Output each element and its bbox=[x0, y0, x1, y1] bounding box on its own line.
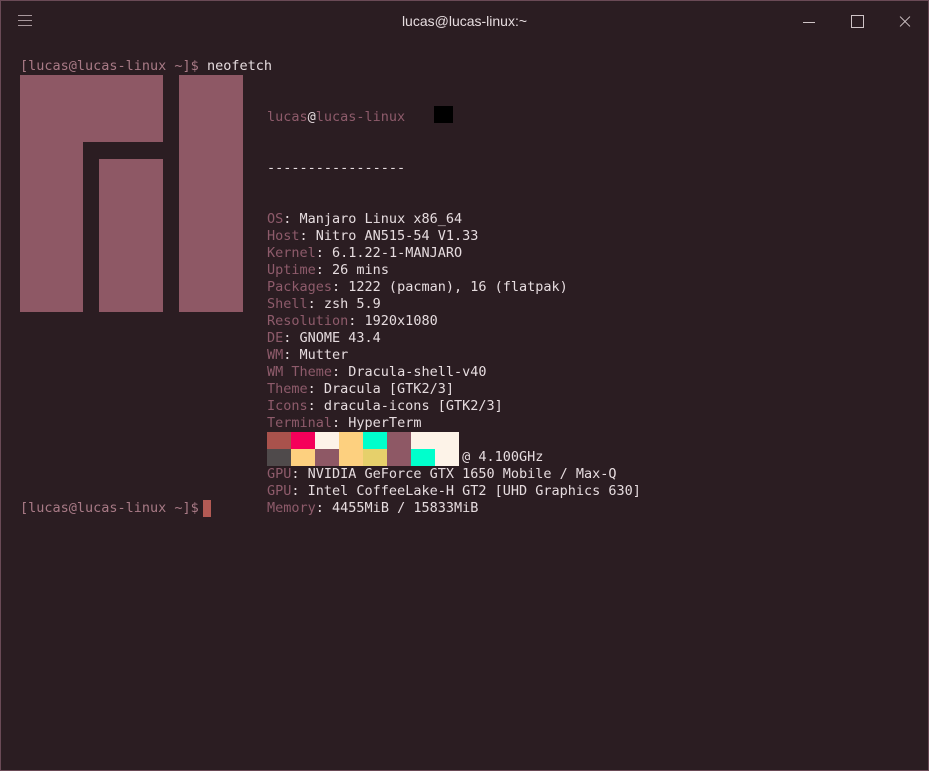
info-value: 6.1.22-1-MANJARO bbox=[332, 245, 463, 261]
info-key: OS bbox=[267, 211, 284, 227]
info-row: Theme: Dracula [GTK2/3] bbox=[267, 381, 454, 397]
palette-swatch bbox=[291, 432, 315, 449]
palette-swatch bbox=[339, 432, 363, 449]
info-value: Dracula-shell-v40 bbox=[348, 364, 487, 380]
info-key: GPU bbox=[267, 466, 292, 482]
info-value: Nitro AN515-54 V1.33 bbox=[315, 228, 479, 244]
palette-swatch bbox=[363, 449, 387, 466]
info-key: DE bbox=[267, 330, 284, 346]
manjaro-logo-icon bbox=[1, 75, 243, 312]
info-value: HyperTerm bbox=[348, 415, 422, 431]
info-row: WM: Mutter bbox=[267, 347, 349, 363]
info-value: Manjaro Linux x86_64 bbox=[299, 211, 463, 227]
info-key: GPU bbox=[267, 483, 292, 499]
user-host: lucas@lucas-linux bbox=[267, 109, 406, 125]
palette-swatch bbox=[387, 432, 411, 449]
info-value: 1920x1080 bbox=[364, 313, 438, 329]
palette-swatch bbox=[411, 449, 435, 466]
info-key: Resolution bbox=[267, 313, 349, 329]
info-key: Packages bbox=[267, 279, 333, 295]
info-value: zsh 5.9 bbox=[323, 296, 381, 312]
info-key: Uptime bbox=[267, 262, 316, 278]
info-value: 4455MiB / 15833MiB bbox=[332, 500, 479, 516]
info-row: Host: Nitro AN515-54 V1.33 bbox=[267, 228, 479, 244]
info-key: Host bbox=[267, 228, 300, 244]
info-row: Shell: zsh 5.9 bbox=[267, 296, 381, 312]
info-row: OS: Manjaro Linux x86_64 bbox=[267, 211, 463, 227]
prompt-line: [lucas@lucas-linux ~]$ bbox=[20, 500, 207, 517]
window-title: lucas@lucas-linux:~ bbox=[401, 13, 528, 29]
command: neofetch bbox=[206, 58, 272, 74]
info-value: GNOME 43.4 bbox=[299, 330, 381, 346]
info-value: 26 mins bbox=[332, 262, 389, 278]
palette-swatch bbox=[411, 432, 435, 449]
info-key: Kernel bbox=[267, 245, 316, 261]
palette-swatch bbox=[267, 432, 291, 449]
info-row: DE: GNOME 43.4 bbox=[267, 330, 381, 346]
info-value: Mutter bbox=[299, 347, 349, 363]
minimize-icon[interactable] bbox=[799, 12, 819, 32]
info-key: WM Theme bbox=[267, 364, 333, 380]
info-row: Icons: dracula-icons [GTK2/3] bbox=[267, 398, 503, 414]
info-key: Icons bbox=[267, 398, 308, 414]
palette-swatch bbox=[291, 449, 315, 466]
info-row: Resolution: 1920x1080 bbox=[267, 313, 438, 329]
info-key: Memory bbox=[267, 500, 316, 516]
terminal-output[interactable]: [lucas@lucas-linux ~]$ neofetch lucas@lu… bbox=[1, 1, 641, 517]
system-info: lucas@lucas-linux ----------------- OS: … bbox=[267, 75, 641, 551]
close-icon[interactable] bbox=[895, 12, 915, 32]
terminal-window: lucas@lucas-linux:~ [lucas@lucas-linux ~… bbox=[0, 0, 929, 771]
palette-swatch bbox=[363, 432, 387, 449]
info-row: Terminal: HyperTerm bbox=[267, 415, 422, 431]
cursor bbox=[203, 500, 211, 517]
info-value: 1222 (pacman), 16 (flatpak) bbox=[348, 279, 568, 295]
title-bar[interactable]: lucas@lucas-linux:~ bbox=[1, 1, 928, 43]
info-row: GPU: NVIDIA GeForce GTX 1650 Mobile / Ma… bbox=[267, 466, 617, 482]
info-value: dracula-icons [GTK2/3] bbox=[323, 398, 503, 414]
palette-swatch bbox=[435, 432, 459, 449]
palette-swatch bbox=[387, 449, 411, 466]
prompt: [lucas@lucas-linux ~]$ bbox=[20, 58, 207, 74]
info-key: Terminal bbox=[267, 415, 333, 431]
info-row: Packages: 1222 (pacman), 16 (flatpak) bbox=[267, 279, 568, 295]
info-row: Uptime: 26 mins bbox=[267, 262, 389, 278]
palette-swatch bbox=[435, 449, 459, 466]
info-value: Intel CoffeeLake-H GT2 [UHD Graphics 630… bbox=[307, 483, 641, 499]
palette-swatch bbox=[315, 449, 339, 466]
info-key: WM bbox=[267, 347, 284, 363]
palette-swatch bbox=[315, 432, 339, 449]
palette-swatch bbox=[339, 449, 363, 466]
prompt: [lucas@lucas-linux ~]$ bbox=[20, 500, 207, 516]
info-key: Theme bbox=[267, 381, 308, 397]
separator: ----------------- bbox=[267, 160, 406, 176]
info-row: Memory: 4455MiB / 15833MiB bbox=[267, 500, 479, 516]
info-row: Kernel: 6.1.22-1-MANJARO bbox=[267, 245, 463, 261]
info-value: NVIDIA GeForce GTX 1650 Mobile / Max-Q bbox=[307, 466, 617, 482]
info-value: Dracula [GTK2/3] bbox=[323, 381, 454, 397]
info-row: GPU: Intel CoffeeLake-H GT2 [UHD Graphic… bbox=[267, 483, 641, 499]
info-row: WM Theme: Dracula-shell-v40 bbox=[267, 364, 487, 380]
info-key: Shell bbox=[267, 296, 308, 312]
palette-swatch bbox=[267, 449, 291, 466]
maximize-icon[interactable] bbox=[847, 12, 867, 32]
command-line: [lucas@lucas-linux ~]$ neofetch bbox=[20, 58, 272, 75]
